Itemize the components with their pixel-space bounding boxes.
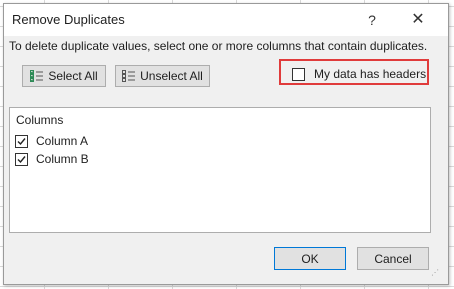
instructions-text: To delete duplicate values, select one o… xyxy=(9,39,428,53)
checkmark-icon xyxy=(17,155,26,163)
select-all-button[interactable]: Select All xyxy=(22,65,106,87)
column-a-checkbox[interactable] xyxy=(15,134,28,148)
unselect-all-button[interactable]: Unselect All xyxy=(115,65,210,87)
checkmark-icon xyxy=(17,137,26,145)
help-button[interactable]: ? xyxy=(358,8,386,32)
headers-checkbox-label: My data has headers xyxy=(314,67,427,81)
dialog-titlebar: Remove Duplicates ? ✕ xyxy=(4,4,448,36)
columns-list: Columns Column A Column B xyxy=(9,107,431,233)
dialog-title: Remove Duplicates xyxy=(12,12,125,27)
cancel-button[interactable]: Cancel xyxy=(357,247,429,270)
headers-checkbox-row[interactable]: My data has headers xyxy=(292,67,426,81)
column-a-label: Column A xyxy=(36,134,89,148)
column-item-a[interactable]: Column A xyxy=(15,134,88,148)
column-b-checkbox[interactable] xyxy=(15,152,28,166)
column-item-b[interactable]: Column B xyxy=(15,152,89,166)
unselect-all-icon xyxy=(122,69,136,83)
resize-grip-icon[interactable]: ⋰ xyxy=(431,268,441,278)
columns-header: Columns xyxy=(16,113,64,127)
select-all-label: Select All xyxy=(48,69,98,83)
headers-checkbox[interactable] xyxy=(292,67,305,81)
unselect-all-label: Unselect All xyxy=(140,69,203,83)
close-button[interactable]: ✕ xyxy=(400,8,436,32)
ok-button[interactable]: OK xyxy=(274,247,346,270)
select-all-icon xyxy=(30,69,44,83)
column-b-label: Column B xyxy=(36,152,89,166)
